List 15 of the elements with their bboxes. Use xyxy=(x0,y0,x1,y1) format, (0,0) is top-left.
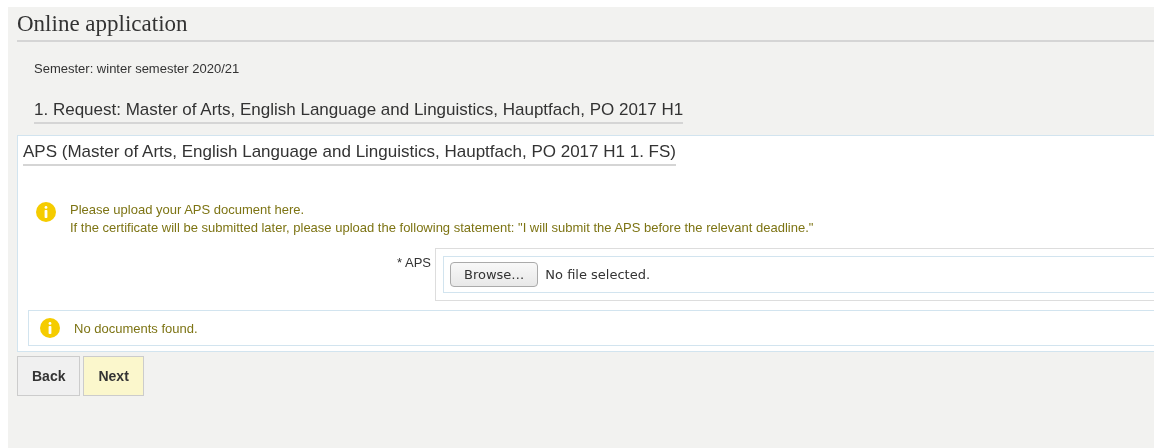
semester-text: Semester: winter semester 2020/21 xyxy=(34,61,241,76)
info-icon xyxy=(36,202,56,222)
browse-button[interactable]: Browse… xyxy=(450,262,539,287)
request-heading: 1. Request: Master of Arts, English Language and Linguistics, Hauptfach, PO 2017 H1 xyxy=(34,100,684,124)
message-text: No documents found. xyxy=(74,320,198,336)
section-heading: APS (Master of Arts, English Language and Linguistics, Hauptfach, PO 2017 H1 1. FS) xyxy=(23,142,676,166)
nav-button[interactable]: Next xyxy=(83,356,144,396)
file-input[interactable]: Browse… No file selected. xyxy=(443,256,1154,293)
field-label: * APS xyxy=(396,254,432,270)
nav-button[interactable]: Back xyxy=(17,356,81,396)
info-icon xyxy=(40,318,60,338)
info-text: Please upload your APS document here. xyxy=(70,202,306,217)
page-title: Online application xyxy=(17,11,1154,42)
file-status: No file selected. xyxy=(545,267,651,282)
info-text: If the certificate will be submitted later, please upload the following statement: "I will submit the APS before the relevant deadline." xyxy=(70,220,814,235)
